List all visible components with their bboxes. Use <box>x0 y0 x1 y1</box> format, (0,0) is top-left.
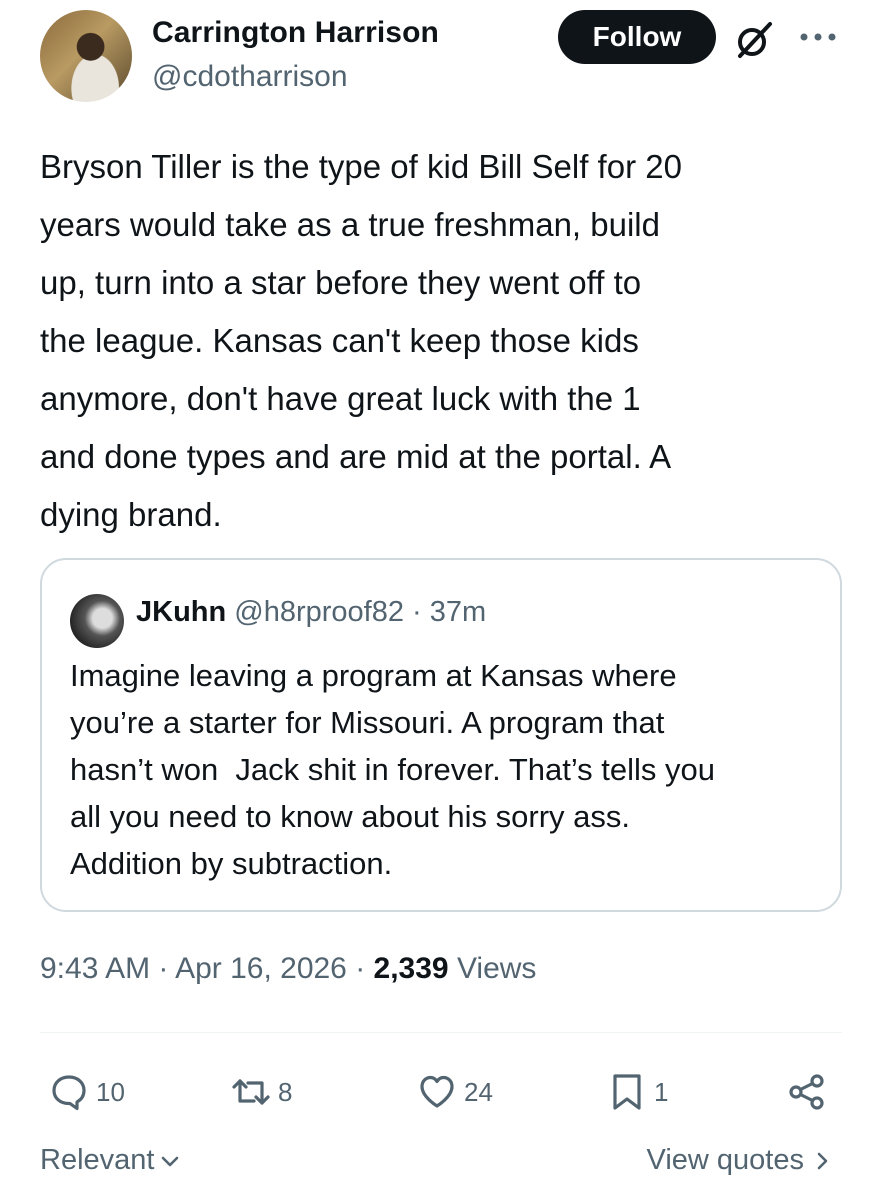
repost-count: 8 <box>278 1076 293 1107</box>
tweet-header: Carrington Harrison @cdotharrison Follow <box>40 8 850 108</box>
quoted-tweet[interactable]: JKuhn @h8rproof82 · 37m Imagine leaving … <box>40 558 842 912</box>
chevron-down-icon <box>162 1156 179 1166</box>
divider <box>40 1032 842 1033</box>
like-icon <box>420 1075 454 1108</box>
tweet-text: Bryson Tiller is the type of kid Bill Se… <box>40 148 682 533</box>
share-icon <box>789 1074 824 1110</box>
like-count: 24 <box>464 1076 493 1107</box>
quoted-text: Imagine leaving a program at Kansas wher… <box>70 658 716 881</box>
quoted-header: JKuhn @h8rproof82 · 37m <box>136 596 486 629</box>
reply-icon <box>52 1075 86 1111</box>
view-quotes-label: View quotes <box>646 1144 804 1176</box>
author-name[interactable]: Carrington Harrison <box>152 16 439 50</box>
views-count: 2,339 <box>373 952 449 985</box>
share-button[interactable] <box>786 1064 828 1120</box>
repost-button[interactable]: 8 <box>230 1064 292 1120</box>
follow-button[interactable]: Follow <box>558 10 716 64</box>
chevron-right-icon <box>817 1152 828 1169</box>
views-label: Views <box>448 952 537 985</box>
action-bar: 10 8 24 1 <box>40 1064 842 1120</box>
reply-button[interactable]: 10 <box>48 1064 125 1120</box>
tweet-timestamp: 9:43 AM · Apr 16, 2026 · 2,339 Views <box>40 952 536 986</box>
sort-label: Relevant <box>40 1144 155 1176</box>
bookmark-count: 1 <box>654 1076 669 1107</box>
quoted-author-avatar <box>70 594 124 648</box>
view-quotes-link[interactable]: View quotes <box>647 1144 834 1177</box>
quoted-author-name: JKuhn <box>136 596 227 628</box>
reply-count: 10 <box>96 1076 125 1107</box>
bookmark-button[interactable]: 1 <box>606 1064 668 1120</box>
author-avatar[interactable] <box>40 10 132 102</box>
sort-dropdown[interactable]: Relevant <box>40 1144 182 1177</box>
author-handle[interactable]: @cdotharrison <box>152 60 348 94</box>
grok-icon[interactable] <box>734 20 774 60</box>
bookmark-icon <box>613 1074 641 1110</box>
replies-footer: Relevant View quotes <box>40 1140 842 1190</box>
more-icon[interactable] <box>794 22 842 52</box>
repost-icon <box>232 1079 270 1105</box>
time-date[interactable]: 9:43 AM · Apr 16, 2026 · <box>40 952 374 985</box>
quoted-author-meta: @h8rproof82 · 37m <box>226 596 487 628</box>
like-button[interactable]: 24 <box>416 1064 493 1120</box>
